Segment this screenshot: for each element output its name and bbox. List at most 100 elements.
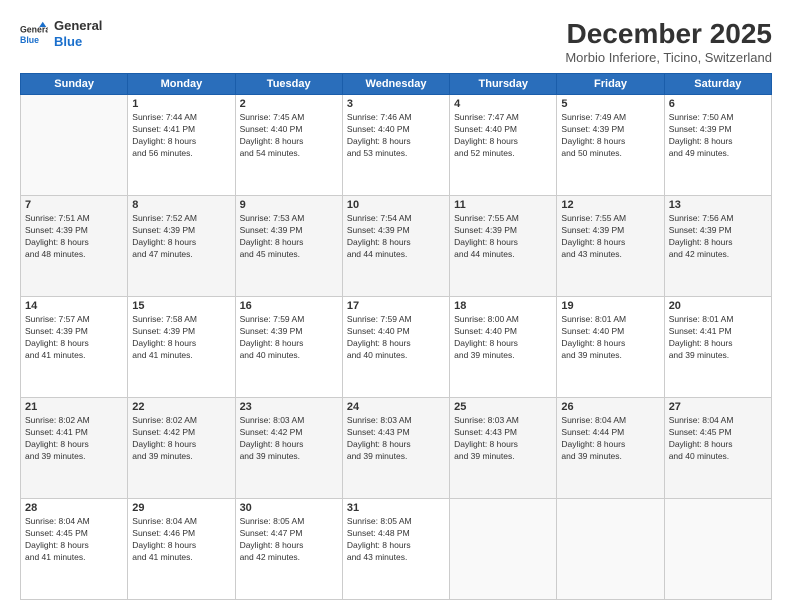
logo-line1: General bbox=[54, 18, 102, 34]
calendar-week-row: 1 Sunrise: 7:44 AMSunset: 4:41 PMDaylight… bbox=[21, 95, 772, 196]
day-info: Sunrise: 7:44 AMSunset: 4:41 PMDaylight:… bbox=[132, 112, 230, 160]
table-row: 14 Sunrise: 7:57 AMSunset: 4:39 PMDayligh… bbox=[21, 297, 128, 398]
calendar-header-row: Sunday Monday Tuesday Wednesday Thursday… bbox=[21, 74, 772, 95]
table-row: 15Sunrise: 7:58 AMSunset: 4:39 PMDayligh… bbox=[128, 297, 235, 398]
day-number: 28 bbox=[25, 502, 123, 514]
logo: General Blue General Blue bbox=[20, 18, 102, 49]
day-info: Sunrise: 8:03 AMSunset: 4:42 PMDaylight:… bbox=[240, 415, 338, 463]
day-number: 23 bbox=[240, 401, 338, 413]
day-info: Sunrise: 7:45 AMSunset: 4:40 PMDaylight:… bbox=[240, 112, 338, 160]
day-number: 4 bbox=[454, 98, 552, 110]
day-number: 3 bbox=[347, 98, 445, 110]
day-number: 25 bbox=[454, 401, 552, 413]
day-info: Sunrise: 8:01 AMSunset: 4:40 PMDaylight:… bbox=[561, 314, 659, 362]
day-info: Sunrise: 7:52 AMSunset: 4:39 PMDaylight:… bbox=[132, 213, 230, 261]
table-row bbox=[21, 95, 128, 196]
logo-icon: General Blue bbox=[20, 20, 48, 48]
day-info: Sunrise: 7:53 AMSunset: 4:39 PMDaylight:… bbox=[240, 213, 338, 261]
col-tuesday: Tuesday bbox=[235, 74, 342, 95]
logo-line2: Blue bbox=[54, 34, 102, 50]
day-info: Sunrise: 7:50 AMSunset: 4:39 PMDaylight:… bbox=[669, 112, 767, 160]
table-row: 12 Sunrise: 7:55 AMSunset: 4:39 PMDayligh… bbox=[557, 196, 664, 297]
day-number: 8 bbox=[132, 199, 230, 211]
day-info: Sunrise: 8:04 AMSunset: 4:44 PMDaylight:… bbox=[561, 415, 659, 463]
day-info: Sunrise: 7:57 AMSunset: 4:39 PMDaylight:… bbox=[25, 314, 123, 362]
day-number: 10 bbox=[347, 199, 445, 211]
table-row: 23 Sunrise: 8:03 AMSunset: 4:42 PMDayligh… bbox=[235, 398, 342, 499]
day-info: Sunrise: 7:49 AMSunset: 4:39 PMDaylight:… bbox=[561, 112, 659, 160]
table-row: 31 Sunrise: 8:05 AMSunset: 4:48 PMDayligh… bbox=[342, 499, 449, 600]
table-row: 27 Sunrise: 8:04 AMSunset: 4:45 PMDayligh… bbox=[664, 398, 771, 499]
day-number: 11 bbox=[454, 199, 552, 211]
day-info: Sunrise: 7:51 AMSunset: 4:39 PMDaylight:… bbox=[25, 213, 123, 261]
table-row: 6 Sunrise: 7:50 AMSunset: 4:39 PMDaylight… bbox=[664, 95, 771, 196]
page: General Blue General Blue December 2025 … bbox=[0, 0, 792, 612]
day-info: Sunrise: 7:55 AMSunset: 4:39 PMDaylight:… bbox=[561, 213, 659, 261]
calendar-table: Sunday Monday Tuesday Wednesday Thursday… bbox=[20, 73, 772, 600]
day-info: Sunrise: 8:03 AMSunset: 4:43 PMDaylight:… bbox=[454, 415, 552, 463]
table-row: 10 Sunrise: 7:54 AMSunset: 4:39 PMDayligh… bbox=[342, 196, 449, 297]
day-info: Sunrise: 7:56 AMSunset: 4:39 PMDaylight:… bbox=[669, 213, 767, 261]
day-number: 16 bbox=[240, 300, 338, 312]
table-row: 24Sunrise: 8:03 AMSunset: 4:43 PMDayligh… bbox=[342, 398, 449, 499]
day-info: Sunrise: 7:59 AMSunset: 4:40 PMDaylight:… bbox=[347, 314, 445, 362]
table-row: 1 Sunrise: 7:44 AMSunset: 4:41 PMDaylight… bbox=[128, 95, 235, 196]
calendar-week-row: 21Sunrise: 8:02 AMSunset: 4:41 PMDayligh… bbox=[21, 398, 772, 499]
day-number: 2 bbox=[240, 98, 338, 110]
day-number: 20 bbox=[669, 300, 767, 312]
table-row: 16 Sunrise: 7:59 AMSunset: 4:39 PMDayligh… bbox=[235, 297, 342, 398]
table-row: 29Sunrise: 8:04 AMSunset: 4:46 PMDayligh… bbox=[128, 499, 235, 600]
day-info: Sunrise: 8:03 AMSunset: 4:43 PMDaylight:… bbox=[347, 415, 445, 463]
table-row: 17 Sunrise: 7:59 AMSunset: 4:40 PMDayligh… bbox=[342, 297, 449, 398]
table-row: 30 Sunrise: 8:05 AMSunset: 4:47 PMDayligh… bbox=[235, 499, 342, 600]
col-friday: Friday bbox=[557, 74, 664, 95]
day-number: 9 bbox=[240, 199, 338, 211]
table-row: 3Sunrise: 7:46 AMSunset: 4:40 PMDaylight… bbox=[342, 95, 449, 196]
day-info: Sunrise: 8:02 AMSunset: 4:42 PMDaylight:… bbox=[132, 415, 230, 463]
table-row bbox=[664, 499, 771, 600]
table-row: 21Sunrise: 8:02 AMSunset: 4:41 PMDayligh… bbox=[21, 398, 128, 499]
day-number: 14 bbox=[25, 300, 123, 312]
day-info: Sunrise: 8:04 AMSunset: 4:45 PMDaylight:… bbox=[669, 415, 767, 463]
day-info: Sunrise: 8:04 AMSunset: 4:46 PMDaylight:… bbox=[132, 516, 230, 564]
day-number: 19 bbox=[561, 300, 659, 312]
col-sunday: Sunday bbox=[21, 74, 128, 95]
table-row: 28 Sunrise: 8:04 AMSunset: 4:45 PMDayligh… bbox=[21, 499, 128, 600]
table-row: 13Sunrise: 7:56 AMSunset: 4:39 PMDayligh… bbox=[664, 196, 771, 297]
day-number: 26 bbox=[561, 401, 659, 413]
day-number: 31 bbox=[347, 502, 445, 514]
table-row: 19 Sunrise: 8:01 AMSunset: 4:40 PMDayligh… bbox=[557, 297, 664, 398]
day-info: Sunrise: 8:01 AMSunset: 4:41 PMDaylight:… bbox=[669, 314, 767, 362]
col-saturday: Saturday bbox=[664, 74, 771, 95]
location-subtitle: Morbio Inferiore, Ticino, Switzerland bbox=[565, 50, 772, 65]
day-info: Sunrise: 8:05 AMSunset: 4:48 PMDaylight:… bbox=[347, 516, 445, 564]
table-row bbox=[557, 499, 664, 600]
day-number: 27 bbox=[669, 401, 767, 413]
table-row: 20 Sunrise: 8:01 AMSunset: 4:41 PMDayligh… bbox=[664, 297, 771, 398]
day-info: Sunrise: 7:54 AMSunset: 4:39 PMDaylight:… bbox=[347, 213, 445, 261]
table-row: 4 Sunrise: 7:47 AMSunset: 4:40 PMDaylight… bbox=[450, 95, 557, 196]
calendar-week-row: 14 Sunrise: 7:57 AMSunset: 4:39 PMDayligh… bbox=[21, 297, 772, 398]
col-wednesday: Wednesday bbox=[342, 74, 449, 95]
day-info: Sunrise: 7:55 AMSunset: 4:39 PMDaylight:… bbox=[454, 213, 552, 261]
header: General Blue General Blue December 2025 … bbox=[20, 18, 772, 65]
day-number: 6 bbox=[669, 98, 767, 110]
day-number: 1 bbox=[132, 98, 230, 110]
day-number: 17 bbox=[347, 300, 445, 312]
day-info: Sunrise: 8:04 AMSunset: 4:45 PMDaylight:… bbox=[25, 516, 123, 564]
day-number: 21 bbox=[25, 401, 123, 413]
day-info: Sunrise: 8:05 AMSunset: 4:47 PMDaylight:… bbox=[240, 516, 338, 564]
day-info: Sunrise: 7:58 AMSunset: 4:39 PMDaylight:… bbox=[132, 314, 230, 362]
calendar-week-row: 7 Sunrise: 7:51 AMSunset: 4:39 PMDaylight… bbox=[21, 196, 772, 297]
day-number: 30 bbox=[240, 502, 338, 514]
day-info: Sunrise: 7:59 AMSunset: 4:39 PMDaylight:… bbox=[240, 314, 338, 362]
day-info: Sunrise: 7:47 AMSunset: 4:40 PMDaylight:… bbox=[454, 112, 552, 160]
day-number: 12 bbox=[561, 199, 659, 211]
day-number: 5 bbox=[561, 98, 659, 110]
svg-text:Blue: Blue bbox=[20, 34, 39, 44]
day-number: 7 bbox=[25, 199, 123, 211]
table-row: 2 Sunrise: 7:45 AMSunset: 4:40 PMDaylight… bbox=[235, 95, 342, 196]
table-row: 26 Sunrise: 8:04 AMSunset: 4:44 PMDayligh… bbox=[557, 398, 664, 499]
calendar-week-row: 28 Sunrise: 8:04 AMSunset: 4:45 PMDayligh… bbox=[21, 499, 772, 600]
col-monday: Monday bbox=[128, 74, 235, 95]
